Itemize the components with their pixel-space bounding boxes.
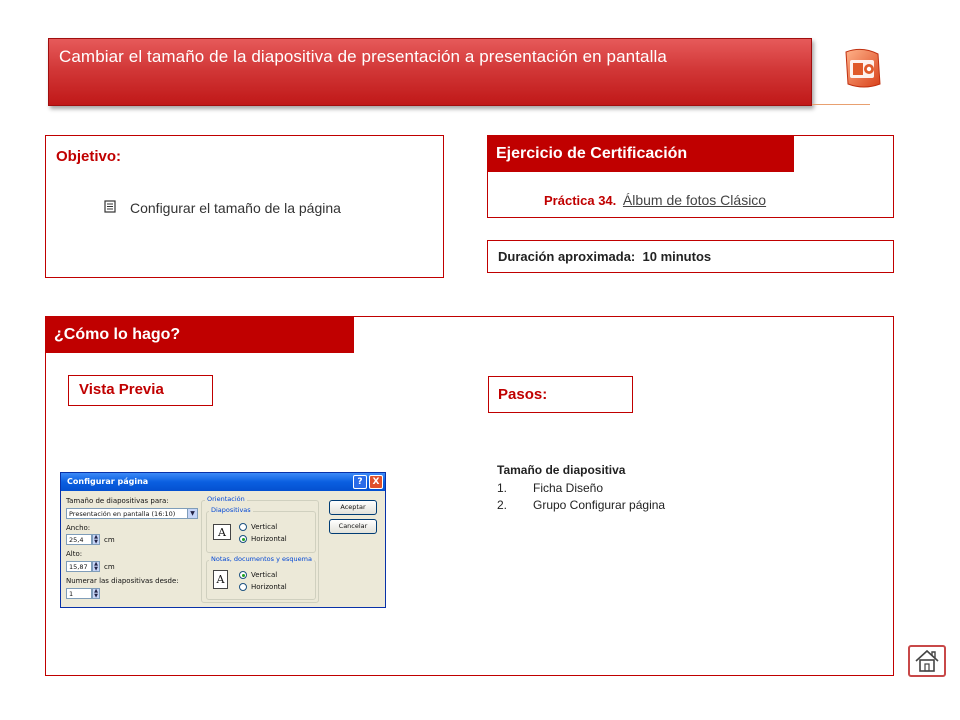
step-number: 2. xyxy=(497,498,508,512)
ejercicio-header: Ejercicio de Certificación xyxy=(488,136,794,172)
practice-number: Práctica 34. xyxy=(544,193,617,208)
chevron-down-icon: ▼ xyxy=(187,508,198,519)
dialog-width-label: Ancho: xyxy=(66,524,91,532)
powerpoint-logo-icon xyxy=(845,48,881,88)
duracion-label: Duración aproximada: xyxy=(498,249,636,264)
spinner-icon: ▲ ▼ xyxy=(92,561,100,572)
dialog-height-unit: cm xyxy=(104,563,115,571)
home-icon xyxy=(915,649,939,672)
spinner-icon: ▲ ▼ xyxy=(92,588,100,599)
objetivo-label: Objetivo: xyxy=(56,148,122,165)
step-number: 1. xyxy=(497,481,508,495)
vista-previa-label: Vista Previa xyxy=(79,381,164,398)
help-icon: ? xyxy=(353,475,367,489)
close-icon: X xyxy=(369,475,383,489)
practice-line: Práctica 34. Álbum de fotos Clásico xyxy=(544,192,766,208)
radio-notes-vertical xyxy=(239,571,247,579)
logo-underline xyxy=(812,104,870,105)
steps-title: Tamaño de diapositiva xyxy=(497,463,626,477)
vista-previa-box: Vista Previa xyxy=(68,375,213,406)
dialog-height-input: 15,87 xyxy=(66,561,92,572)
notes-horizontal-label: Horizontal xyxy=(251,583,287,591)
list-item: 2. Grupo Configurar página xyxy=(497,498,665,512)
dialog-size-label: Tamaño de diapositivas para: xyxy=(66,497,169,505)
dialog-width-unit: cm xyxy=(104,536,115,544)
radio-slides-vertical xyxy=(239,523,247,531)
dialog-size-select: Presentación en pantalla (16:10) xyxy=(66,508,188,519)
duracion-panel: Duración aproximada: 10 minutos xyxy=(487,240,894,273)
dialog-cancel-button: Cancelar xyxy=(329,519,377,534)
dialog-title: Configurar página xyxy=(61,473,385,491)
objetivo-item: Configurar el tamaño de la página xyxy=(104,200,341,216)
page-orientation-icon: A xyxy=(213,570,228,589)
page-orientation-icon: A xyxy=(213,524,231,540)
dialog-number-label: Numerar las diapositivas desde: xyxy=(66,577,179,585)
duracion-line: Duración aproximada: 10 minutos xyxy=(498,249,711,264)
duracion-value: 10 minutos xyxy=(642,249,712,264)
objetivo-panel: Objetivo: Configurar el tamaño de la pág… xyxy=(45,135,444,278)
slides-horizontal-label: Horizontal xyxy=(251,535,287,543)
radio-notes-horizontal xyxy=(239,583,247,591)
home-button[interactable] xyxy=(908,645,946,677)
pasos-label: Pasos: xyxy=(498,386,548,403)
dialog-height-label: Alto: xyxy=(66,550,83,558)
objetivo-item-text: Configurar el tamaño de la página xyxy=(130,200,341,216)
spinner-icon: ▲ ▼ xyxy=(92,534,100,545)
dialog-number-input: 1 xyxy=(66,588,92,599)
list-item: 1. Ficha Diseño xyxy=(497,481,665,495)
step-text: Ficha Diseño xyxy=(533,481,604,495)
pasos-box: Pasos: xyxy=(488,376,633,413)
slides-label: Diapositivas xyxy=(209,506,253,514)
radio-slides-horizontal xyxy=(239,535,247,543)
steps-list: Tamaño de diapositiva 1. Ficha Diseño 2.… xyxy=(497,463,665,515)
dialog-ok-button: Aceptar xyxy=(329,500,377,515)
como-header: ¿Cómo lo hago? xyxy=(46,317,354,353)
checkbox-bullet-icon xyxy=(104,200,116,216)
dialog-width-input: 25,4 xyxy=(66,534,92,545)
slides-vertical-label: Vertical xyxy=(251,523,278,531)
page-setup-dialog-preview: Configurar página ? X Tamaño de diaposit… xyxy=(60,472,386,608)
orientation-label: Orientación xyxy=(205,495,247,503)
page-title: Cambiar el tamaño de la diapositiva de p… xyxy=(59,47,667,66)
step-text: Grupo Configurar página xyxy=(533,498,666,512)
ejercicio-panel: Ejercicio de Certificación Práctica 34. … xyxy=(487,135,894,218)
notes-label: Notas, documentos y esquema xyxy=(209,555,314,563)
practice-link[interactable]: Álbum de fotos Clásico xyxy=(623,192,766,208)
title-banner: Cambiar el tamaño de la diapositiva de p… xyxy=(48,38,812,106)
notes-vertical-label: Vertical xyxy=(251,571,278,579)
